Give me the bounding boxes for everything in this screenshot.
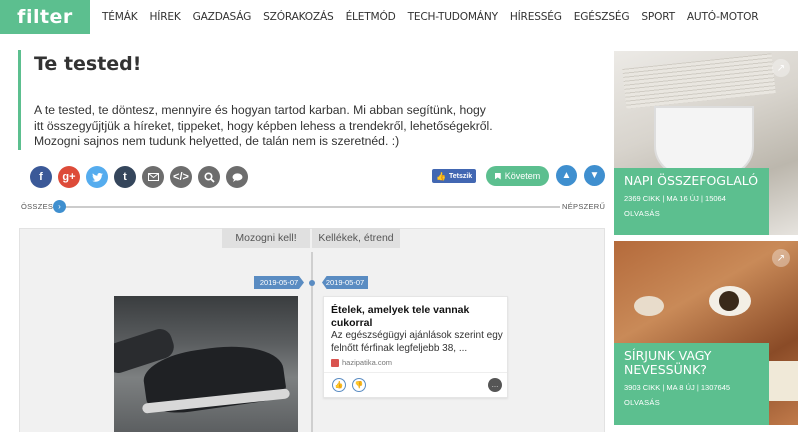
nav-item-eletmod[interactable]: ÉLETMÓD <box>346 11 396 23</box>
description-line: A te tested, te döntesz, mennyire és hog… <box>34 103 486 117</box>
source-label: hazipatika.com <box>342 358 393 367</box>
twitter-icon[interactable] <box>86 166 108 188</box>
sidebar-card-meta: 2369 CIKK | MA 16 ÚJ | 15064 <box>624 194 726 203</box>
topic-description: A te tested, te döntesz, mennyire és hog… <box>34 103 504 150</box>
sort-slider-track[interactable] <box>57 206 560 208</box>
like-reaction-icon[interactable]: 👍 <box>332 378 346 392</box>
sidebar-card-sirjunk[interactable]: ↗ SÍRJUNK VAGY NEVESSÜNK? 3903 CIKK | MA… <box>614 241 798 425</box>
embed-icon[interactable]: </> <box>170 166 192 188</box>
follow-label: Követem <box>504 171 541 181</box>
comment-icon[interactable] <box>226 166 248 188</box>
description-line: Mozogni sajnos nem tudunk helyetted, de … <box>34 134 400 148</box>
page-title: Te tested! <box>34 53 142 75</box>
image-eye-shape <box>634 296 664 316</box>
google-plus-icon[interactable]: g+ <box>58 166 80 188</box>
sort-slider-handle[interactable]: › <box>53 200 66 213</box>
nav-menu: TÉMÁK HÍREK GAZDASÁG SZÓRAKOZÁS ÉLETMÓD … <box>96 11 764 23</box>
article-footer: 👍 👎 … <box>324 372 507 397</box>
follow-button[interactable]: Követem <box>486 166 549 186</box>
dislike-reaction-icon[interactable]: 👎 <box>352 378 366 392</box>
nav-item-egeszseg[interactable]: EGÉSZSÉG <box>574 11 630 23</box>
share-arrow-icon[interactable]: ↗ <box>772 249 790 267</box>
slider-label-all: ÖSSZES <box>21 202 54 211</box>
site-logo[interactable]: filter <box>0 0 90 34</box>
bookmark-icon <box>494 172 501 180</box>
nav-item-gazdasag[interactable]: GAZDASÁG <box>193 11 252 23</box>
sidebar-card-title[interactable]: SÍRJUNK VAGY NEVESSÜNK? <box>624 349 759 377</box>
date-tag-right: 2019-05-07 <box>322 276 368 289</box>
sidebar-card-meta: 3903 CIKK | MA 8 ÚJ | 1307645 <box>624 383 731 392</box>
tumblr-icon[interactable]: t <box>114 166 136 188</box>
thumbs-up-icon: 👍 <box>436 171 446 181</box>
tab-kellekek-etrend[interactable]: Kellékek, étrend <box>312 228 400 248</box>
sidebar-card-overlay: NAPI ÖSSZEFOGLALÓ 2369 CIKK | MA 16 ÚJ |… <box>614 168 769 235</box>
like-button[interactable]: 👍 Tetszik <box>432 169 477 183</box>
search-icon[interactable] <box>198 166 220 188</box>
top-nav: filter TÉMÁK HÍREK GAZDASÁG SZÓRAKOZÁS É… <box>0 0 800 34</box>
arrow-up-icon[interactable]: ▲ <box>556 165 577 186</box>
article-source[interactable]: hazipatika.com <box>331 358 392 367</box>
nav-item-hiresseg[interactable]: HÍRESSÉG <box>510 11 562 23</box>
article-excerpt: Az egészségügyi ajánlások szerint egy fe… <box>331 330 503 354</box>
timeline-dot <box>309 280 315 286</box>
read-link[interactable]: OLVASÁS <box>624 398 759 407</box>
read-link[interactable]: OLVASÁS <box>624 209 759 218</box>
nav-item-sport[interactable]: SPORT <box>641 11 675 23</box>
like-label: Tetszik <box>448 172 473 180</box>
arrow-down-icon[interactable]: ▼ <box>584 165 605 186</box>
article-title[interactable]: Ételek, amelyek tele vannak cukorral <box>331 304 503 329</box>
image-teeth-shape <box>764 361 798 401</box>
image-pupil-shape <box>719 291 739 311</box>
date-tag-left: 2019-05-07 <box>254 276 304 289</box>
share-arrow-icon[interactable]: ↗ <box>772 59 790 77</box>
mail-icon[interactable] <box>142 166 164 188</box>
sidebar-card-overlay: SÍRJUNK VAGY NEVESSÜNK? 3903 CIKK | MA 8… <box>614 343 769 425</box>
nav-item-szorakozas[interactable]: SZÓRAKOZÁS <box>263 11 334 23</box>
nav-item-auto-motor[interactable]: AUTÓ-MOTOR <box>687 11 759 23</box>
nav-item-temak[interactable]: TÉMÁK <box>102 11 138 23</box>
article-image[interactable] <box>114 296 298 432</box>
sidebar-card-title[interactable]: NAPI ÖSSZEFOGLALÓ <box>624 174 759 188</box>
tab-mozogni-kell[interactable]: Mozogni kell! <box>222 228 310 248</box>
comment-icon[interactable]: … <box>488 378 502 392</box>
article-card[interactable]: Ételek, amelyek tele vannak cukorral Az … <box>323 296 508 398</box>
sidebar-card-napi[interactable]: ↗ NAPI ÖSSZEFOGLALÓ 2369 CIKK | MA 16 ÚJ… <box>614 51 798 235</box>
description-line: itt összegyűjtjük a híreket, tippeket, h… <box>34 118 493 133</box>
topic-header: Te tested! A te tested, te döntesz, menn… <box>18 50 598 150</box>
image-newspaper-shape <box>622 53 776 109</box>
nav-item-hirek[interactable]: HÍREK <box>150 11 181 23</box>
nav-item-tech-tudomany[interactable]: TECH-TUDOMÁNY <box>408 11 498 23</box>
source-icon <box>331 358 339 367</box>
share-toolbar: f g+ t </> <box>30 166 254 188</box>
facebook-icon[interactable]: f <box>30 166 52 188</box>
slider-label-popular: NÉPSZERŰ <box>562 202 606 211</box>
timeline-line <box>311 252 313 432</box>
image-mug-shape <box>654 106 754 176</box>
